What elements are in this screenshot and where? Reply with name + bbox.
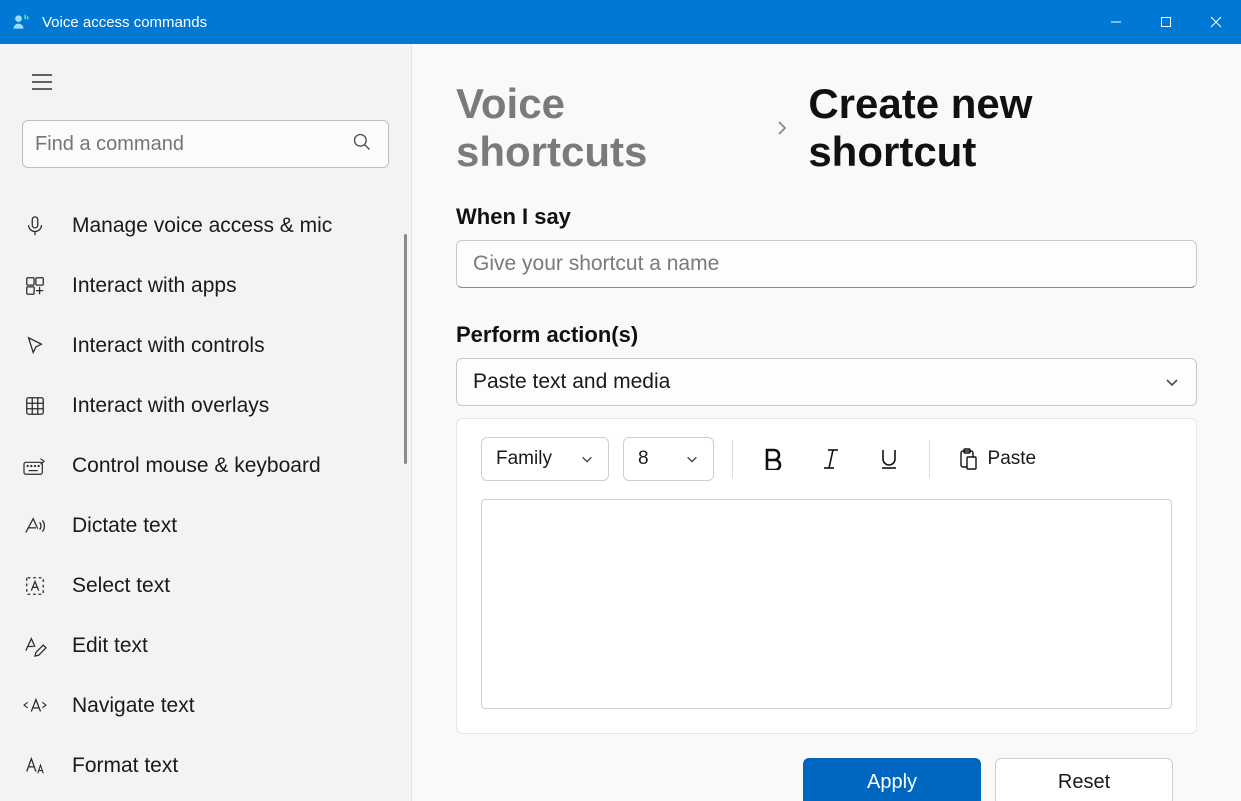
sidebar-item-label: Interact with overlays <box>72 394 269 418</box>
main-content: Voice shortcuts Create new shortcut When… <box>412 44 1241 801</box>
toolbar-separator <box>732 440 733 478</box>
titlebar: Voice access commands <box>0 0 1241 44</box>
apply-button[interactable]: Apply <box>803 758 981 801</box>
keyboard-icon <box>22 453 48 479</box>
font-family-label: Family <box>496 448 552 470</box>
sidebar-top <box>0 44 411 168</box>
action-select[interactable]: Paste text and media <box>456 358 1197 406</box>
sidebar-item-mouse-keyboard[interactable]: Control mouse & keyboard <box>0 436 411 496</box>
reset-label: Reset <box>1058 771 1110 794</box>
action-buttons: Apply Reset <box>456 758 1173 801</box>
clipboard-icon <box>958 448 978 470</box>
close-button[interactable] <box>1191 0 1241 44</box>
maximize-button[interactable] <box>1141 0 1191 44</box>
sidebar-scrollbar[interactable] <box>404 234 407 464</box>
paste-button[interactable]: Paste <box>948 437 1047 481</box>
titlebar-left: Voice access commands <box>10 11 207 33</box>
sidebar-item-label: Select text <box>72 574 170 598</box>
sidebar-item-label: Manage voice access & mic <box>72 214 332 238</box>
format-text-icon <box>22 753 48 779</box>
when-i-say-label: When I say <box>456 204 1197 230</box>
reset-button[interactable]: Reset <box>995 758 1173 801</box>
sidebar-item-truncated[interactable] <box>0 184 411 196</box>
shortcut-name-input[interactable] <box>456 240 1197 288</box>
edit-text-icon <box>22 633 48 659</box>
underline-button[interactable] <box>867 437 911 481</box>
pointer-icon <box>22 333 48 359</box>
perform-actions-label: Perform action(s) <box>456 322 1197 348</box>
font-size-value: 8 <box>638 448 649 470</box>
search-icon <box>352 132 376 156</box>
app-window: Voice access commands <box>0 0 1241 801</box>
sidebar-item-interact-apps[interactable]: Interact with apps <box>0 256 411 316</box>
paste-label: Paste <box>988 448 1037 470</box>
app-title: Voice access commands <box>42 14 207 31</box>
breadcrumb-root[interactable]: Voice shortcuts <box>456 80 756 176</box>
font-size-select[interactable]: 8 <box>623 437 714 481</box>
search-field[interactable] <box>22 120 389 168</box>
chevron-down-icon <box>580 452 594 466</box>
toolbar-separator <box>929 440 930 478</box>
sidebar-item-edit-text[interactable]: Edit text <box>0 616 411 676</box>
sidebar: Manage voice access & mic Interact with … <box>0 44 412 801</box>
nav-list: Manage voice access & mic Interact with … <box>0 184 411 796</box>
hamburger-button[interactable] <box>22 62 62 102</box>
sidebar-item-label: Navigate text <box>72 694 195 718</box>
window-controls <box>1091 0 1241 44</box>
minimize-button[interactable] <box>1091 0 1141 44</box>
italic-button[interactable] <box>809 437 853 481</box>
select-text-icon <box>22 573 48 599</box>
breadcrumb: Voice shortcuts Create new shortcut <box>456 80 1197 176</box>
bold-button[interactable] <box>751 437 795 481</box>
breadcrumb-current: Create new shortcut <box>808 80 1197 176</box>
sidebar-item-manage-voice[interactable]: Manage voice access & mic <box>0 196 411 256</box>
app-body: Manage voice access & mic Interact with … <box>0 44 1241 801</box>
apps-icon <box>22 273 48 299</box>
navigate-text-icon <box>22 693 48 719</box>
sidebar-item-interact-controls[interactable]: Interact with controls <box>0 316 411 376</box>
app-icon <box>10 11 32 33</box>
dictate-icon <box>22 513 48 539</box>
grid-icon <box>22 393 48 419</box>
sidebar-item-interact-overlays[interactable]: Interact with overlays <box>0 376 411 436</box>
sidebar-item-select-text[interactable]: Select text <box>0 556 411 616</box>
sidebar-item-label: Dictate text <box>72 514 177 538</box>
editor-textarea[interactable] <box>481 499 1172 709</box>
apply-label: Apply <box>867 771 917 794</box>
mic-icon <box>22 213 48 239</box>
action-select-value: Paste text and media <box>473 370 670 394</box>
chevron-down-icon <box>1164 374 1180 390</box>
search-input[interactable] <box>35 133 352 156</box>
font-family-select[interactable]: Family <box>481 437 609 481</box>
editor-card: Family 8 <box>456 418 1197 734</box>
sidebar-item-label: Edit text <box>72 634 148 658</box>
chevron-down-icon <box>685 452 699 466</box>
chevron-right-icon <box>774 120 790 136</box>
sidebar-item-label: Format text <box>72 754 178 778</box>
sidebar-item-label: Interact with controls <box>72 334 265 358</box>
sidebar-item-navigate-text[interactable]: Navigate text <box>0 676 411 736</box>
sidebar-item-label: Interact with apps <box>72 274 237 298</box>
sidebar-item-label: Control mouse & keyboard <box>72 454 321 478</box>
editor-toolbar: Family 8 <box>481 437 1172 481</box>
sidebar-item-format-text[interactable]: Format text <box>0 736 411 796</box>
sidebar-item-dictate-text[interactable]: Dictate text <box>0 496 411 556</box>
